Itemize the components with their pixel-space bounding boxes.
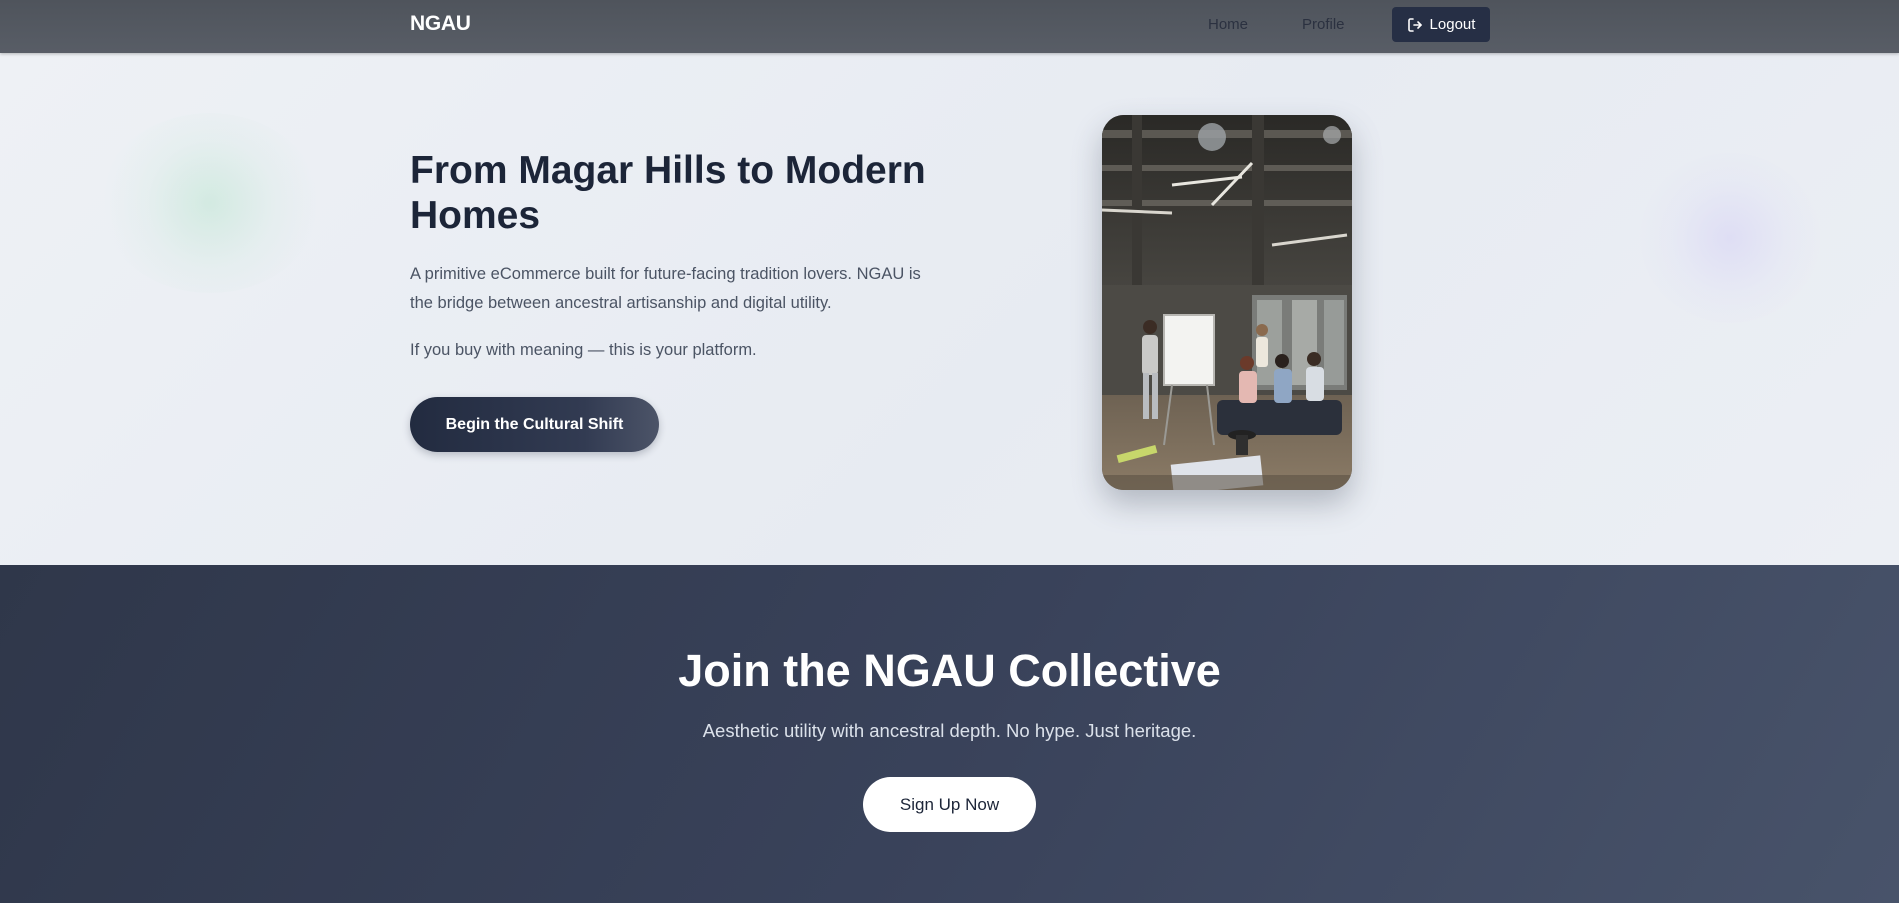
decorative-green-blob: [100, 113, 320, 293]
hero-tagline: If you buy with meaning — this is your p…: [410, 341, 757, 359]
brand-logo[interactable]: NGAU: [410, 12, 471, 36]
hero-title: From Magar Hills to Modern Homes: [410, 149, 926, 237]
logout-button[interactable]: Logout: [1392, 7, 1490, 42]
top-navbar: NGAU Home Profile Logout: [0, 0, 1899, 53]
collective-title: Join the NGAU Collective: [678, 645, 1221, 696]
team-meeting-photo: [1102, 115, 1352, 490]
collective-section: Join the NGAU Collective Aesthetic utili…: [0, 565, 1899, 903]
nav-link-home[interactable]: Home: [1208, 16, 1248, 33]
nav-link-profile[interactable]: Profile: [1302, 16, 1345, 33]
hero-description: A primitive eCommerce built for future-f…: [410, 265, 921, 312]
hero-section: From Magar Hills to Modern Homes A primi…: [0, 53, 1899, 565]
sign-up-button[interactable]: Sign Up Now: [863, 777, 1036, 832]
begin-cultural-shift-button[interactable]: Begin the Cultural Shift: [410, 397, 659, 452]
logout-label: Logout: [1429, 16, 1476, 33]
collective-subtitle: Aesthetic utility with ancestral depth. …: [702, 720, 1197, 741]
decorative-purple-blob: [1640, 153, 1820, 323]
logout-icon: [1407, 17, 1423, 33]
